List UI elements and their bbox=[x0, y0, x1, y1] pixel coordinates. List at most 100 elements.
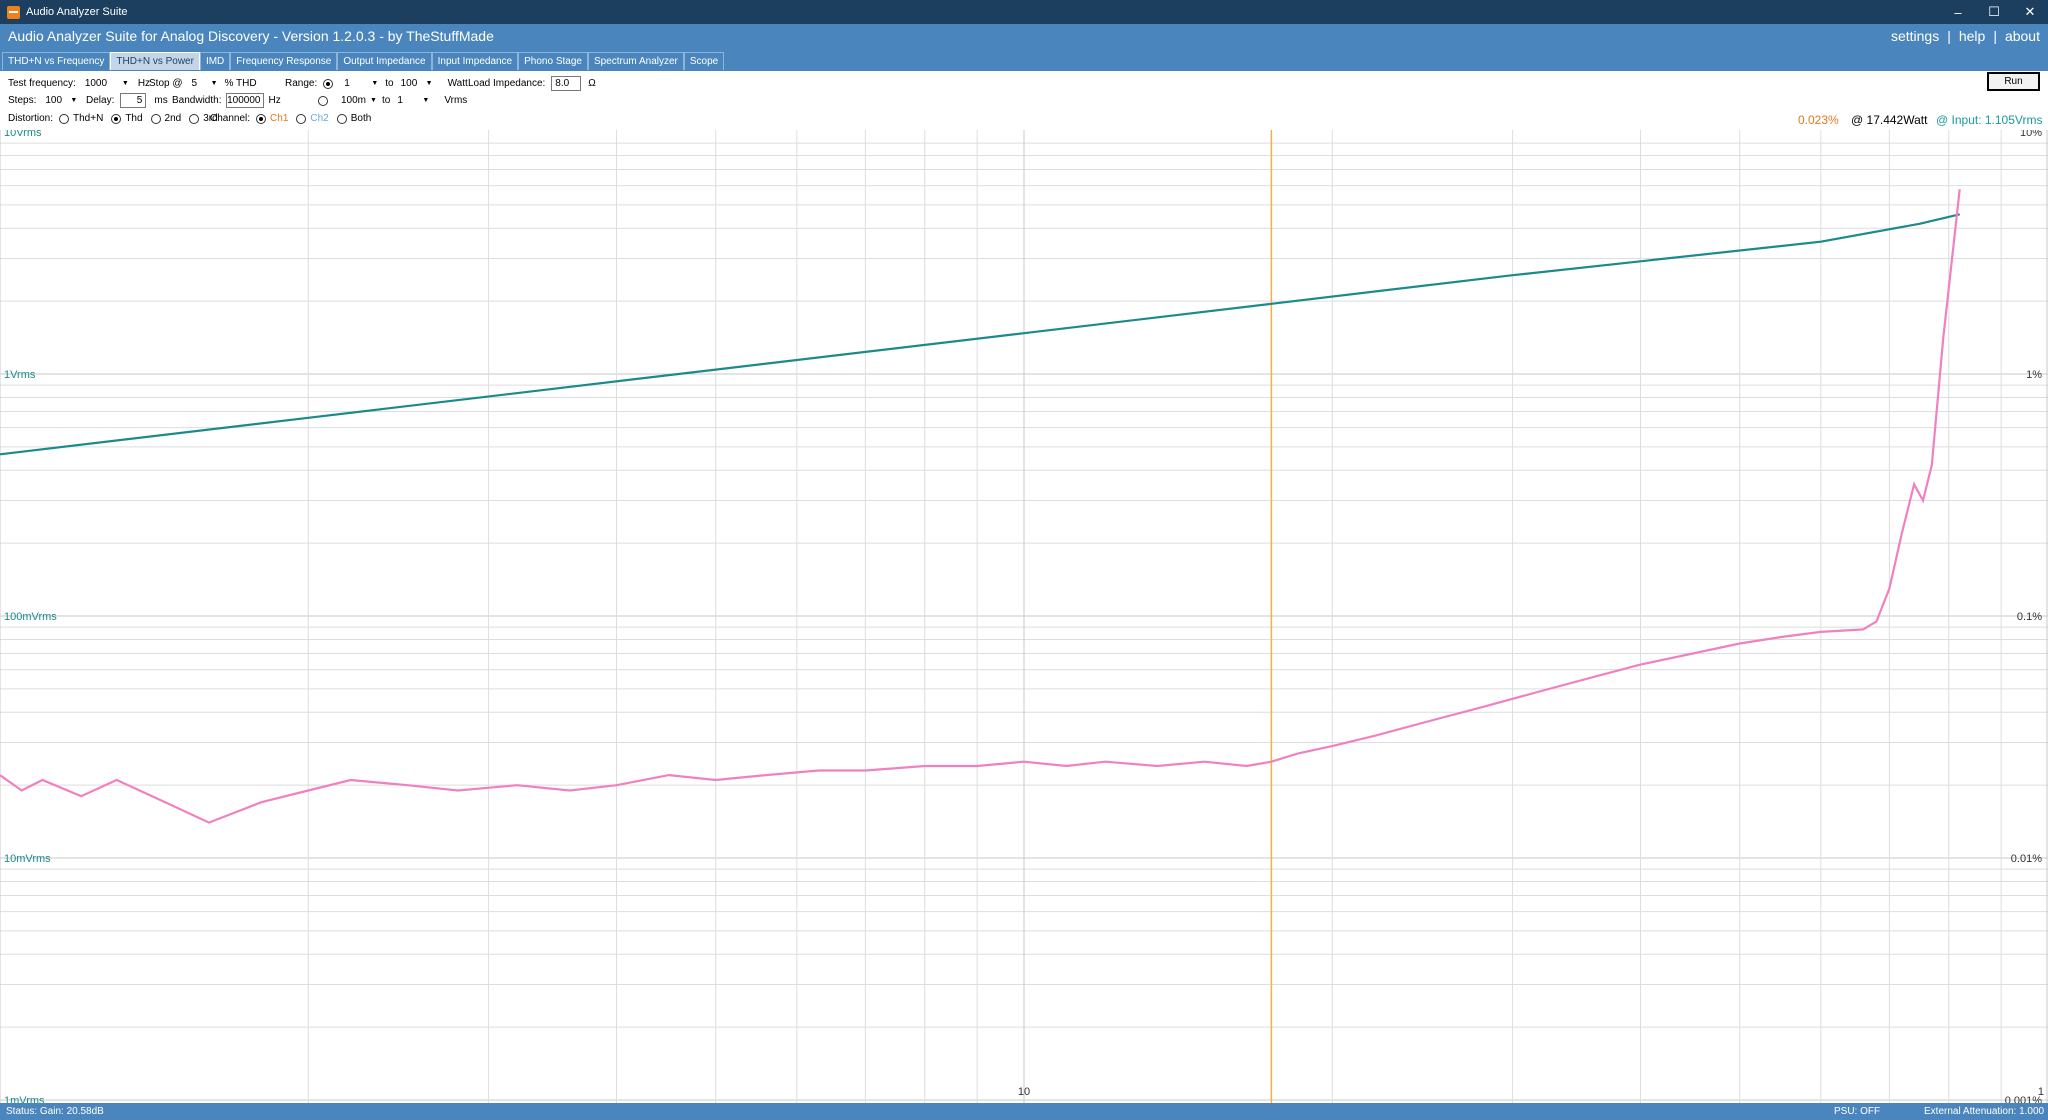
x-tick-label: 1 bbox=[2038, 1086, 2044, 1098]
stop-value: 5 bbox=[191, 78, 198, 89]
tab-input-impedance[interactable]: Input Impedance bbox=[431, 52, 519, 70]
range-vrms-to-select[interactable]: 1 ▼ bbox=[394, 93, 433, 108]
range-watt-to-value: 100 bbox=[400, 78, 418, 89]
readout-thd: 0.023% bbox=[1798, 113, 1839, 127]
voltage-curve bbox=[0, 213, 1960, 456]
channel-ch2-label: Ch2 bbox=[310, 113, 329, 124]
test-frequency-label: Test frequency: bbox=[8, 78, 76, 89]
settings-link[interactable]: settings bbox=[1891, 28, 1939, 44]
distortion-thd-radio[interactable] bbox=[111, 113, 122, 124]
range-vrms-from-value: 100m bbox=[341, 95, 367, 106]
tab-bar: THD+N vs Frequency THD+N vs Power IMD Fr… bbox=[0, 50, 2048, 71]
distortion-thd-label: Thd bbox=[125, 113, 143, 124]
distortion-2nd-radio[interactable] bbox=[150, 113, 161, 124]
chevron-down-icon: ▼ bbox=[121, 80, 129, 87]
range-to-label: to bbox=[385, 78, 394, 89]
channel-both-radio[interactable] bbox=[336, 113, 347, 124]
range-vrms-radio[interactable] bbox=[318, 95, 328, 106]
range-watt-radio[interactable] bbox=[323, 78, 334, 89]
header-links: settings | help | about bbox=[1891, 28, 2040, 44]
stop-select[interactable]: 5 ▼ bbox=[188, 76, 221, 91]
right-axis-label: 0.01% bbox=[2011, 853, 2042, 865]
link-separator: | bbox=[1993, 28, 1997, 44]
readout-input: @ Input: 1.105Vrms bbox=[1936, 113, 2043, 127]
window-controls: – ☐ ✕ bbox=[1940, 0, 2048, 24]
chart-canvas[interactable]: 10Vrms 10% 1Vrms 1% 100mVrms 0.1% 10mVrms 0.01%… bbox=[0, 130, 2048, 1103]
chart-grid bbox=[0, 130, 2048, 1103]
tab-scope[interactable]: Scope bbox=[683, 52, 725, 70]
tab-spectrum-analyzer[interactable]: Spectrum Analyzer bbox=[587, 52, 684, 70]
close-button[interactable]: ✕ bbox=[2012, 0, 2048, 24]
channel-ch1-radio[interactable] bbox=[256, 113, 267, 124]
about-link[interactable]: about bbox=[2005, 28, 2040, 44]
distortion-group: Distortion: Thd+N Thd 2nd 3rd bbox=[8, 113, 218, 124]
load-impedance-label: Load Impedance: bbox=[468, 78, 546, 89]
tab-list: THD+N vs Frequency THD+N vs Power IMD Fr… bbox=[2, 52, 725, 70]
tab-output-impedance[interactable]: Output Impedance bbox=[337, 52, 432, 70]
help-link[interactable]: help bbox=[1959, 28, 1985, 44]
range-vrms-from-select[interactable]: 100m ▼ bbox=[338, 93, 378, 108]
range-watt-from-select[interactable]: 1 ▼ bbox=[341, 76, 382, 91]
steps-label: Steps: bbox=[8, 95, 37, 106]
delay-unit: ms bbox=[154, 95, 168, 106]
distortion-thdn-radio[interactable] bbox=[59, 113, 70, 124]
delay-group: Delay: 5 ms bbox=[86, 93, 168, 108]
chevron-down-icon: ▼ bbox=[425, 80, 433, 87]
distortion-thdn-label: Thd+N bbox=[73, 113, 104, 124]
range-watt-unit: Watt bbox=[447, 78, 468, 89]
maximize-button[interactable]: ☐ bbox=[1976, 0, 2012, 24]
window-title-bar: Audio Analyzer Suite – ☐ ✕ bbox=[0, 0, 2048, 24]
bandwidth-label: Bandwidth: bbox=[172, 95, 222, 106]
right-axis-label: 0.1% bbox=[2017, 611, 2042, 623]
measurement-controls: Test frequency: 1000 ▼ Hz Stop @ 5 ▼ % THD… bbox=[0, 71, 2048, 130]
steps-value: 100 bbox=[45, 95, 63, 106]
steps-select[interactable]: 100 ▼ bbox=[42, 93, 81, 108]
tab-frequency-response[interactable]: Frequency Response bbox=[230, 52, 338, 70]
right-axis-label: 0.001% bbox=[2005, 1095, 2043, 1103]
range-watt-to-select[interactable]: 100 ▼ bbox=[397, 76, 436, 91]
minimize-button[interactable]: – bbox=[1940, 0, 1976, 24]
run-button[interactable]: Run bbox=[1987, 72, 2040, 91]
range-vrms-unit: Vrms bbox=[444, 95, 468, 106]
chevron-down-icon: ▼ bbox=[371, 80, 379, 87]
steps-group: Steps: 100 ▼ bbox=[8, 93, 81, 108]
thd-vs-power-plot[interactable]: 10Vrms 10% 1Vrms 1% 100mVrms 0.1% 10mVrms 0.01%… bbox=[0, 130, 2048, 1103]
channel-ch2-radio[interactable] bbox=[296, 113, 307, 124]
left-axis-label: 100mVrms bbox=[4, 611, 57, 623]
status-bar: Status: Gain: 20.58dB PSU: OFF External … bbox=[0, 1103, 2048, 1120]
status-psu: PSU: OFF bbox=[1834, 1106, 1881, 1117]
bandwidth-group: Bandwidth: 100000 Hz bbox=[172, 93, 281, 108]
app-logo-icon bbox=[7, 5, 20, 19]
left-axis-label: 10mVrms bbox=[4, 853, 51, 865]
app-title: Audio Analyzer Suite for Analog Discover… bbox=[8, 28, 494, 44]
load-impedance-group: Load Impedance: 8.0 Ω bbox=[468, 76, 596, 91]
tab-phono-stage[interactable]: Phono Stage bbox=[518, 52, 588, 70]
stop-group: Stop @ 5 ▼ % THD bbox=[149, 76, 257, 91]
chevron-down-icon: ▼ bbox=[422, 97, 430, 104]
distortion-2nd-label: 2nd bbox=[164, 113, 182, 124]
thd-curve bbox=[0, 189, 1961, 824]
tab-thd-vs-power[interactable]: THD+N vs Power bbox=[110, 52, 200, 70]
tab-thd-vs-frequency[interactable]: THD+N vs Frequency bbox=[2, 52, 111, 70]
range-vrms-to-value: 1 bbox=[397, 95, 403, 106]
bandwidth-unit: Hz bbox=[268, 95, 281, 106]
app-header: Audio Analyzer Suite for Analog Discover… bbox=[0, 24, 2048, 50]
distortion-3rd-radio[interactable] bbox=[189, 113, 200, 124]
test-frequency-select[interactable]: 1000 ▼ bbox=[81, 76, 132, 91]
channel-both-label: Both bbox=[350, 113, 372, 124]
status-attenuation: External Attenuation: 1.000 bbox=[1924, 1106, 2045, 1117]
tab-imd[interactable]: IMD bbox=[199, 52, 231, 70]
link-separator: | bbox=[1947, 28, 1951, 44]
status-gain: Status: Gain: 20.58dB bbox=[6, 1106, 104, 1117]
readout-power: @ 17.442Watt bbox=[1851, 113, 1928, 127]
channel-group: Channel: Ch1 Ch2 Both bbox=[210, 113, 371, 124]
test-frequency-group: Test frequency: 1000 ▼ Hz bbox=[8, 76, 150, 91]
delay-label: Delay: bbox=[86, 95, 115, 106]
bandwidth-input[interactable]: 100000 bbox=[226, 93, 265, 108]
load-impedance-input[interactable]: 8.0 bbox=[551, 76, 582, 91]
range-watt-group: Range: 1 ▼ to 100 ▼ Watt bbox=[285, 76, 468, 91]
right-axis-label: 1% bbox=[2026, 369, 2042, 381]
channel-label: Channel: bbox=[210, 113, 251, 124]
range-to-label: to bbox=[382, 95, 391, 106]
delay-input[interactable]: 5 bbox=[120, 93, 147, 108]
